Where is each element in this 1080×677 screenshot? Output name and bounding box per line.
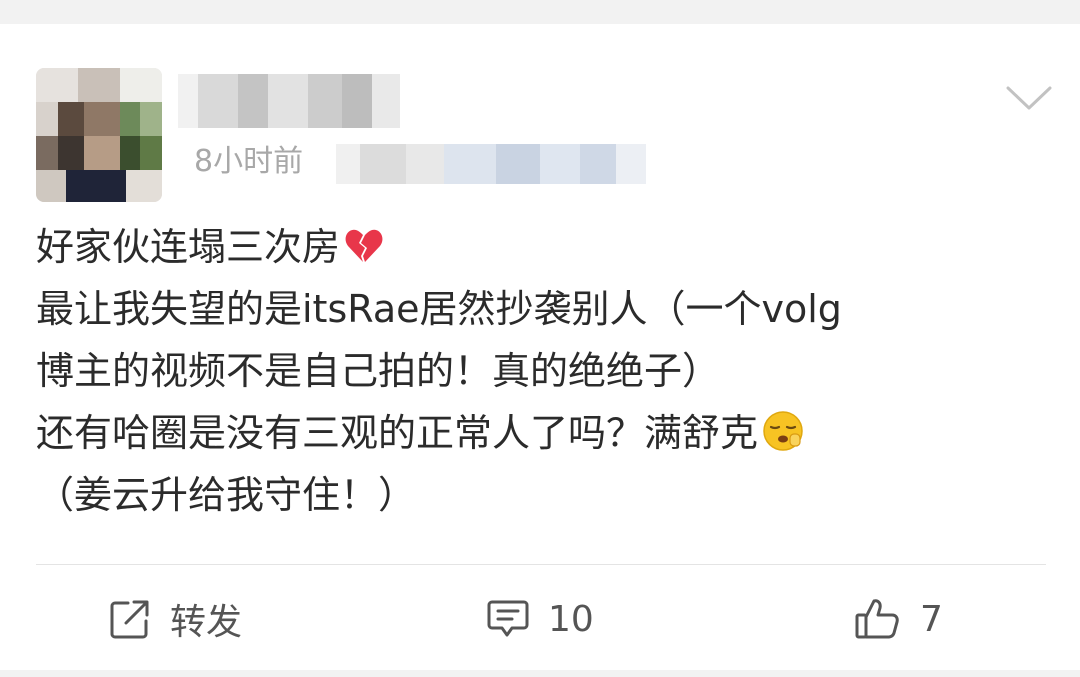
repost-button[interactable]: 转发 xyxy=(108,590,242,648)
chevron-down-icon[interactable] xyxy=(1004,80,1054,118)
like-button[interactable]: 7 xyxy=(854,590,943,648)
content-line: 还有哈圈是没有三观的正常人了吗？满舒克 xyxy=(36,402,1046,464)
repost-label: 转发 xyxy=(170,602,243,643)
post-content: 好家伙连塌三次房 最让我失望的是itsRae居然抄袭别人（一个volg 博主的视… xyxy=(36,216,1046,526)
post-source-blurred xyxy=(336,144,646,184)
post-time: 8小时前 xyxy=(194,144,304,179)
comment-button[interactable]: 10 xyxy=(486,590,594,648)
content-line: 博主的视频不是自己拍的！真的绝绝子） xyxy=(36,349,721,393)
comment-bubble-icon xyxy=(487,600,529,637)
content-line: 最让我失望的是itsRae居然抄袭别人（一个volg xyxy=(36,287,842,331)
broken-heart-emoji xyxy=(345,229,383,262)
comment-count: 10 xyxy=(548,598,594,640)
content-line: （姜云升给我守住！） xyxy=(36,473,417,517)
divider xyxy=(36,564,1046,565)
share-square-icon xyxy=(110,600,149,639)
avatar[interactable] xyxy=(36,68,162,202)
like-count: 7 xyxy=(920,598,943,640)
weibo-post-card: 8小时前 好家伙连塌三次房 最让我失望的是itsRae居然抄袭别人（一个volg… xyxy=(0,24,1080,670)
yawning-face-emoji xyxy=(763,411,803,451)
thumbs-up-icon xyxy=(855,599,899,639)
content-line: 好家伙连塌三次房 xyxy=(36,216,1046,278)
username-blurred[interactable] xyxy=(178,74,400,128)
